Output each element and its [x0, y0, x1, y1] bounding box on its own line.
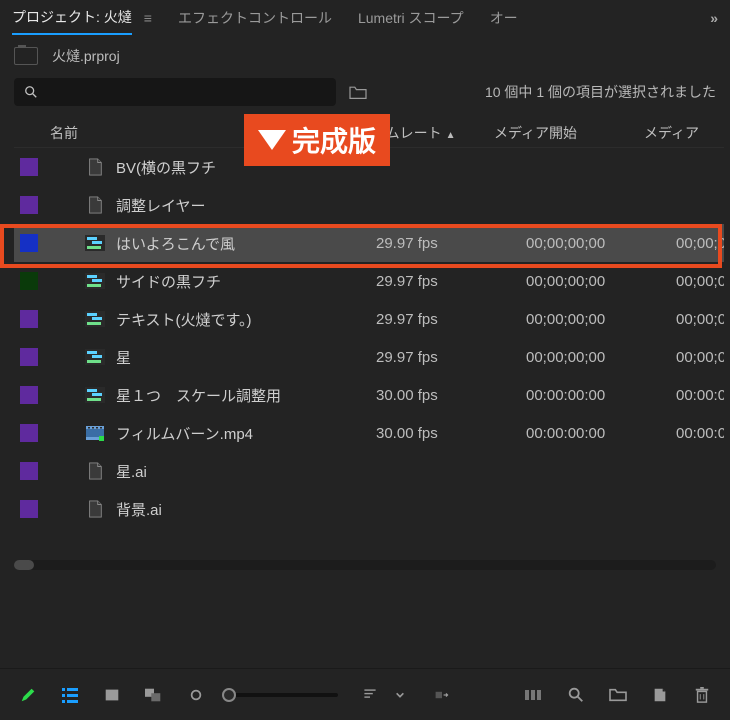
label-swatch[interactable]: [20, 424, 38, 442]
item-media-end: 00;00;0: [676, 273, 724, 290]
item-media-start: 00;00;00;00: [526, 349, 676, 366]
search-input[interactable]: [14, 78, 336, 106]
sort-caret-icon: ▲: [446, 130, 456, 141]
sort-icon[interactable]: [360, 685, 380, 705]
header-media-start[interactable]: メディア開始: [494, 123, 644, 143]
zoom-slider[interactable]: [228, 693, 338, 697]
thumbnail-columns-icon[interactable]: [524, 685, 544, 705]
label-swatch[interactable]: [20, 272, 38, 290]
label-swatch[interactable]: [20, 196, 38, 214]
header-name[interactable]: 名前: [44, 123, 344, 143]
item-type-icon: [84, 498, 106, 520]
item-name: テキスト(火燵です。): [116, 309, 376, 330]
tab-lumetri-scopes[interactable]: Lumetri スコープ: [358, 2, 464, 34]
item-media-start: 00;00;00;00: [526, 235, 676, 252]
item-name: はいよろこんで風: [116, 233, 376, 254]
item-type-icon: [84, 270, 106, 292]
label-swatch[interactable]: [20, 310, 38, 328]
label-swatch[interactable]: [20, 462, 38, 480]
automate-to-sequence-icon[interactable]: [432, 685, 452, 705]
item-type-icon: [84, 384, 106, 406]
item-framerate: 30.00 fps: [376, 387, 526, 404]
item-media-end: 00:00:0: [676, 425, 724, 442]
tab-effect-controls[interactable]: エフェクトコントロール: [178, 2, 332, 34]
search-icon: [24, 85, 38, 99]
item-name: BV(横の黒フチ: [116, 157, 376, 178]
item-name: 調整レイヤー: [116, 195, 376, 216]
item-name: 星.ai: [116, 461, 376, 482]
project-filename: 火燵.prproj: [52, 46, 120, 66]
project-row[interactable]: BV(横の黒フチ: [14, 148, 724, 186]
project-row[interactable]: フィルムバーン.mp430.00 fps00:00:00:0000:00:0: [14, 414, 724, 452]
find-icon[interactable]: [566, 685, 586, 705]
item-framerate: 30.00 fps: [376, 425, 526, 442]
item-framerate: 29.97 fps: [376, 235, 526, 252]
item-media-end: 00;00;0: [676, 311, 724, 328]
folder-up-icon[interactable]: [14, 47, 38, 65]
panel-menu-icon[interactable]: ≡: [144, 10, 152, 26]
label-swatch[interactable]: [20, 500, 38, 518]
label-swatch[interactable]: [20, 348, 38, 366]
item-media-end: 00;00;0: [676, 235, 724, 252]
item-name: フィルムバーン.mp4: [116, 423, 376, 444]
bottom-toolbar: [0, 668, 730, 720]
list-view-icon[interactable]: [60, 685, 80, 705]
project-row[interactable]: 星.ai: [14, 452, 724, 490]
project-row[interactable]: 背景.ai: [14, 490, 724, 528]
item-name: 背景.ai: [116, 499, 376, 520]
item-type-icon: [84, 156, 106, 178]
project-path-row: 火燵.prproj: [0, 36, 730, 74]
scrollbar-thumb[interactable]: [14, 560, 34, 570]
search-row: 10 個中 1 個の項目が選択されました: [0, 74, 730, 116]
header-framerate[interactable]: フレームレート▲: [344, 123, 494, 143]
item-media-end: 00:00:0: [676, 387, 724, 404]
new-bin-icon[interactable]: [348, 84, 368, 100]
item-media-start: 00;00;00;00: [526, 311, 676, 328]
item-type-icon: [84, 346, 106, 368]
item-type-icon: [84, 460, 106, 482]
zoom-min-icon[interactable]: [186, 685, 206, 705]
item-name: サイドの黒フチ: [116, 271, 376, 292]
more-tabs-icon[interactable]: »: [710, 10, 718, 26]
item-framerate: 29.97 fps: [376, 273, 526, 290]
item-media-start: 00:00:00:00: [526, 387, 676, 404]
item-type-icon: [84, 232, 106, 254]
item-framerate: 29.97 fps: [376, 311, 526, 328]
item-media-start: 00;00;00;00: [526, 273, 676, 290]
project-row[interactable]: 調整レイヤー: [14, 186, 724, 224]
chevron-down-icon[interactable]: [390, 685, 410, 705]
column-headers: 名前 フレームレート▲ メディア開始 メディア: [14, 118, 724, 148]
item-type-icon: [84, 308, 106, 330]
search-field[interactable]: [44, 85, 326, 100]
project-row[interactable]: テキスト(火燵です。)29.97 fps00;00;00;0000;00;0: [14, 300, 724, 338]
item-name: 星: [116, 347, 376, 368]
project-list: 名前 フレームレート▲ メディア開始 メディア BV(横の黒フチ調整レイヤーはい…: [14, 118, 724, 528]
label-swatch[interactable]: [20, 234, 38, 252]
label-swatch[interactable]: [20, 386, 38, 404]
selection-status: 10 個中 1 個の項目が選択されました: [485, 82, 716, 102]
icon-view-icon[interactable]: [102, 685, 122, 705]
tab-project[interactable]: プロジェクト: 火燵: [12, 1, 132, 35]
pencil-icon[interactable]: [18, 685, 38, 705]
project-row[interactable]: はいよろこんで風29.97 fps00;00;00;0000;00;0: [14, 224, 724, 262]
item-type-icon: [84, 422, 106, 444]
freeform-view-icon[interactable]: [144, 685, 164, 705]
project-row[interactable]: 星29.97 fps00;00;00;0000;00;0: [14, 338, 724, 376]
panel-tabs: プロジェクト: 火燵 ≡ エフェクトコントロール Lumetri スコープ オー…: [0, 0, 730, 36]
item-type-icon: [84, 194, 106, 216]
zoom-slider-knob[interactable]: [222, 688, 236, 702]
header-media-end[interactable]: メディア: [644, 123, 724, 143]
project-row[interactable]: サイドの黒フチ29.97 fps00;00;00;0000;00;0: [14, 262, 724, 300]
horizontal-scrollbar[interactable]: [14, 560, 716, 570]
item-media-end: 00;00;0: [676, 349, 724, 366]
item-name: 星１つ スケール調整用: [116, 385, 376, 406]
tab-overflow[interactable]: オー: [490, 2, 518, 34]
new-item-icon[interactable]: [650, 685, 670, 705]
label-swatch[interactable]: [20, 158, 38, 176]
trash-icon[interactable]: [692, 685, 712, 705]
project-row[interactable]: 星１つ スケール調整用30.00 fps00:00:00:0000:00:0: [14, 376, 724, 414]
new-bin-button-icon[interactable]: [608, 685, 628, 705]
item-media-start: 00:00:00:00: [526, 425, 676, 442]
item-framerate: 29.97 fps: [376, 349, 526, 366]
